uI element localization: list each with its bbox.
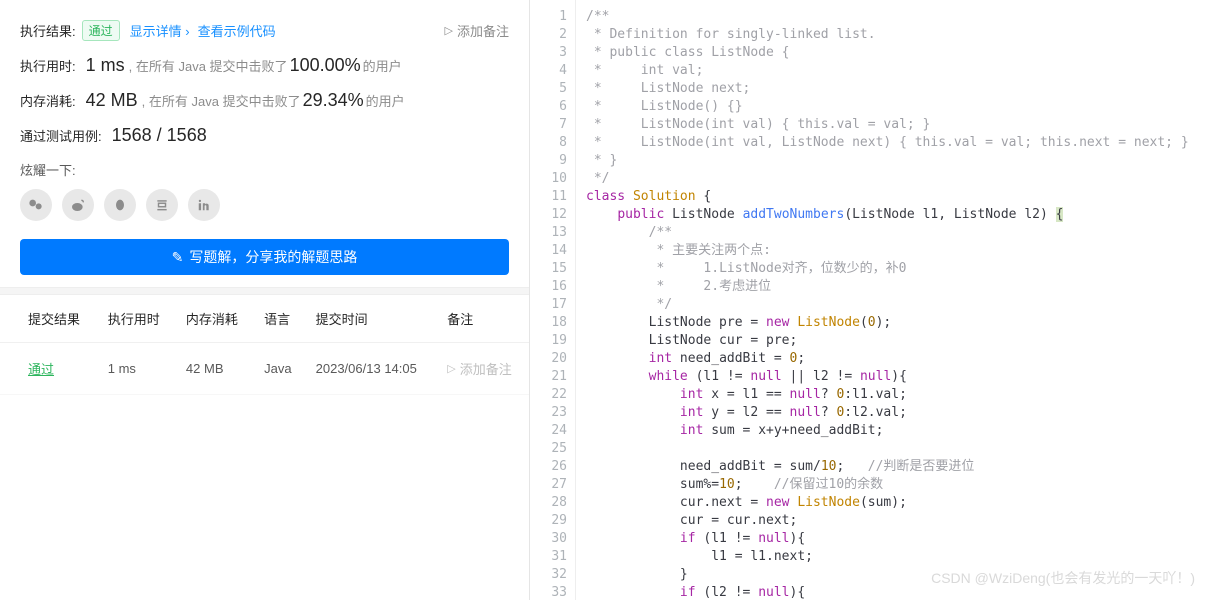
memory-text-post: 的用户 <box>366 91 405 110</box>
submission-table: 提交结果 执行用时 内存消耗 语言 提交时间 备注 通过 1 ms 42 MB … <box>0 295 529 395</box>
exec-time-pct: 100.00% <box>290 55 361 76</box>
view-sample-link[interactable]: 查看示例代码 <box>198 21 276 40</box>
write-solution-button[interactable]: ✎ 写题解，分享我的解题思路 <box>20 239 509 275</box>
qq-icon[interactable] <box>104 189 136 221</box>
exec-time-value: 1 ms <box>86 55 125 76</box>
code-content[interactable]: /** * Definition for singly-linked list.… <box>576 0 1225 600</box>
add-note-button[interactable]: ▷ 添加备注 <box>445 21 509 40</box>
memory-value: 42 MB <box>86 90 138 111</box>
show-detail-link[interactable]: 显示详情 › <box>130 21 190 40</box>
row-lang: Java <box>254 343 306 395</box>
exec-time-text-post: 的用户 <box>363 56 402 75</box>
status-badge: 通过 <box>82 20 120 41</box>
line-gutter: 1234567891011121314151617181920212223242… <box>530 0 576 600</box>
linkedin-icon[interactable] <box>188 189 220 221</box>
weibo-icon[interactable] <box>62 189 94 221</box>
th-note: 备注 <box>437 295 529 343</box>
flag-icon: ▷ <box>447 362 455 375</box>
th-lang: 语言 <box>254 295 306 343</box>
passed-cases-value: 1568 / 1568 <box>112 125 207 146</box>
memory-text-pre: , 在所有 Java 提交中击败了 <box>142 91 301 110</box>
th-submitted: 提交时间 <box>306 295 438 343</box>
row-memory: 42 MB <box>176 343 254 395</box>
th-result: 提交结果 <box>0 295 98 343</box>
table-row[interactable]: 通过 1 ms 42 MB Java 2023/06/13 14:05 ▷添加备… <box>0 343 529 395</box>
memory-pct: 29.34% <box>303 90 364 111</box>
passed-cases-label: 通过测试用例: <box>20 126 102 145</box>
exec-time-label: 执行用时: <box>20 56 76 75</box>
result-panel: 执行结果: 通过 显示详情 › 查看示例代码 ▷ 添加备注 执行用时: 1 ms… <box>0 0 530 600</box>
row-add-note[interactable]: ▷添加备注 <box>447 359 519 378</box>
exec-time-text-pre: , 在所有 Java 提交中击败了 <box>129 56 288 75</box>
th-memory: 内存消耗 <box>176 295 254 343</box>
douban-icon[interactable] <box>146 189 178 221</box>
row-time: 1 ms <box>98 343 176 395</box>
share-title: 炫耀一下: <box>20 160 509 179</box>
th-time: 执行用时 <box>98 295 176 343</box>
memory-label: 内存消耗: <box>20 91 76 110</box>
row-submitted: 2023/06/13 14:05 <box>306 343 438 395</box>
pencil-icon: ✎ <box>172 249 184 266</box>
divider <box>0 287 529 295</box>
code-editor[interactable]: 1234567891011121314151617181920212223242… <box>530 0 1225 600</box>
wechat-icon[interactable] <box>20 189 52 221</box>
row-result-link[interactable]: 通过 <box>28 362 54 377</box>
exec-result-label: 执行结果: <box>20 21 76 40</box>
flag-icon: ▷ <box>445 24 453 37</box>
